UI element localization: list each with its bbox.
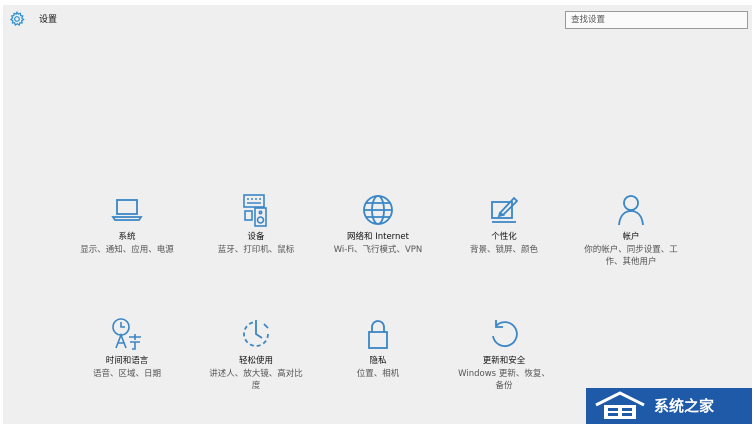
page-title: 设置 — [39, 15, 58, 25]
update-security-icon — [486, 316, 522, 352]
tile-desc: Windows 更新、恢复、备份 — [458, 369, 550, 391]
devices-icon — [238, 192, 274, 228]
tile-personalization[interactable]: 个性化 背景、锁屏、颜色 — [454, 192, 554, 256]
tile-devices[interactable]: 设备 蓝牙、打印机、鼠标 — [206, 192, 306, 256]
tile-system[interactable]: 系统 显示、通知、应用、电源 — [77, 192, 177, 256]
tile-title: 帐户 — [622, 232, 640, 242]
laptop-icon — [109, 192, 145, 228]
time-language-icon — [109, 316, 145, 352]
ease-of-access-icon — [238, 316, 274, 352]
watermark-logo: 系统之家 — [586, 388, 752, 424]
search-input[interactable]: 查找设置 — [565, 11, 748, 29]
personalization-icon — [486, 192, 522, 228]
settings-window: 设置 查找设置 系统 显示、通知、应用、电源 设备 蓝牙、打印机、鼠标 网络和 … — [3, 5, 752, 424]
tile-update-security[interactable]: 更新和安全 Windows 更新、恢复、备份 — [454, 316, 554, 392]
house-logo-icon — [595, 391, 645, 419]
tile-network[interactable]: 网络和 Internet Wi-Fi、飞行模式、VPN — [328, 192, 428, 256]
tile-privacy[interactable]: 隐私 位置、相机 — [328, 316, 428, 380]
search-placeholder: 查找设置 — [571, 15, 606, 25]
tile-desc: 显示、通知、应用、电源 — [80, 245, 174, 255]
tile-ease-of-access[interactable]: 轻松使用 讲述人、放大镜、高对比度 — [206, 316, 306, 392]
tile-title: 设备 — [247, 232, 265, 242]
tile-title: 网络和 Internet — [347, 232, 409, 242]
tile-desc: 讲述人、放大镜、高对比度 — [209, 369, 303, 391]
tile-time-language[interactable]: 时间和语言 语音、区域、日期 — [77, 316, 177, 380]
tile-desc: 位置、相机 — [356, 369, 400, 379]
globe-icon — [360, 192, 396, 228]
tile-title: 系统 — [118, 232, 136, 242]
tile-desc: 你的帐户、同步设置、工作、其他用户 — [584, 245, 678, 267]
tile-title: 时间和语言 — [105, 356, 149, 366]
person-icon — [613, 192, 649, 228]
tile-desc: 蓝牙、打印机、鼠标 — [217, 245, 295, 255]
tile-accounts[interactable]: 帐户 你的帐户、同步设置、工作、其他用户 — [581, 192, 681, 268]
tile-desc: Wi-Fi、飞行模式、VPN — [333, 245, 423, 255]
header: 设置 查找设置 — [3, 5, 752, 37]
lock-icon — [360, 316, 396, 352]
tile-title: 隐私 — [369, 356, 387, 366]
tile-title: 更新和安全 — [482, 356, 526, 366]
tile-title: 轻松使用 — [238, 356, 273, 366]
tile-title: 个性化 — [491, 232, 517, 242]
tile-desc: 背景、锁屏、颜色 — [469, 245, 538, 255]
gear-icon — [9, 10, 25, 27]
watermark-text: 系统之家 — [654, 397, 715, 415]
tile-desc: 语音、区域、日期 — [92, 369, 161, 379]
